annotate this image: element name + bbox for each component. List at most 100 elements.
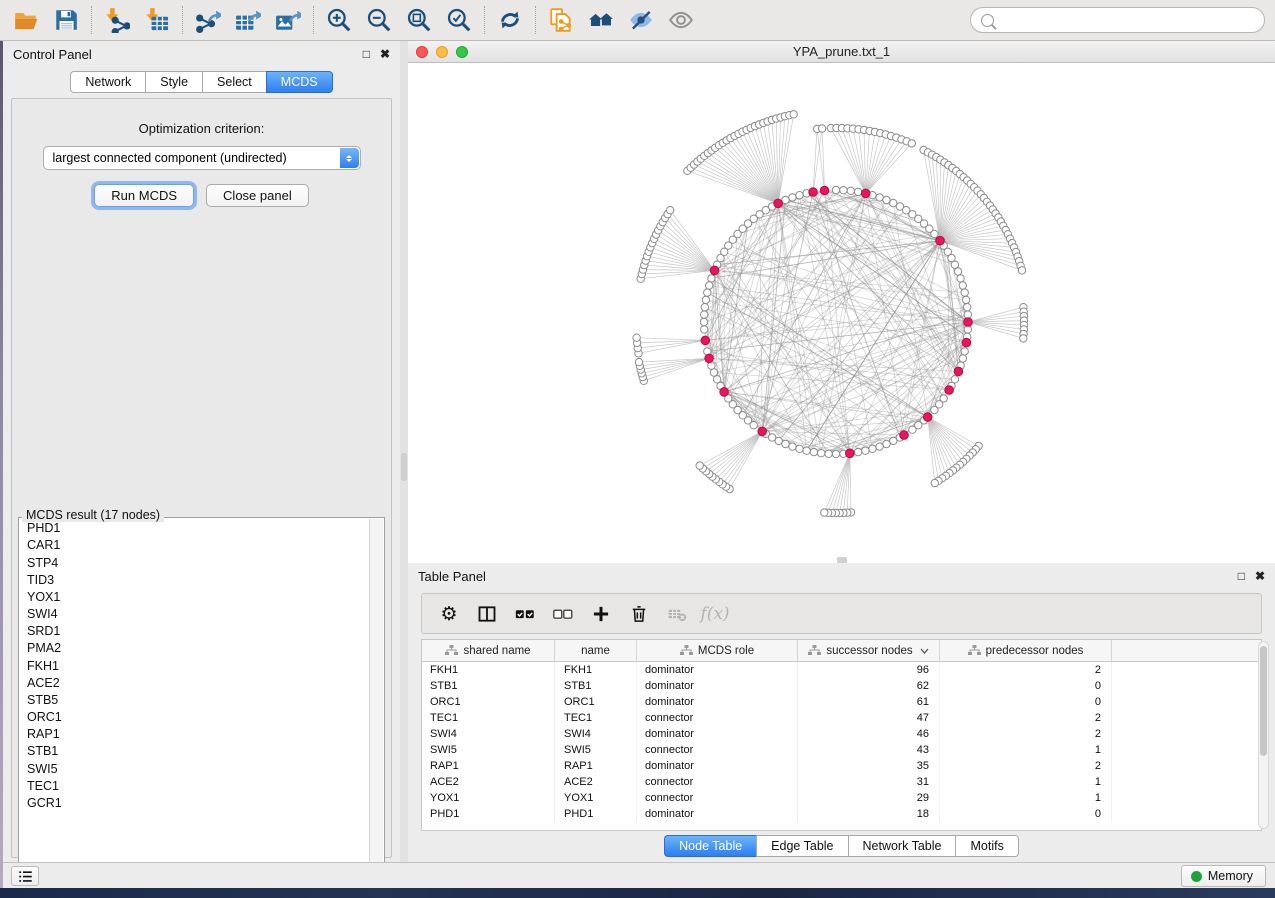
graph-node[interactable]: [840, 187, 847, 194]
network-graph[interactable]: [408, 63, 1275, 563]
criterion-dropdown[interactable]: largest connected component (undirected): [43, 146, 361, 170]
graph-hub-node[interactable]: [758, 427, 767, 436]
graph-node[interactable]: [876, 194, 883, 201]
graph-leaf-node[interactable]: [908, 140, 915, 147]
graph-node[interactable]: [964, 326, 971, 333]
graph-node[interactable]: [713, 376, 720, 383]
memory-button[interactable]: Memory: [1181, 865, 1266, 887]
graph-hub-node[interactable]: [701, 336, 710, 345]
import-table-button[interactable]: [137, 4, 177, 36]
import-network-button[interactable]: [97, 4, 137, 36]
graph-node[interactable]: [803, 447, 810, 454]
show-panels-button[interactable]: [11, 866, 39, 886]
zoom-fit-button[interactable]: [399, 4, 439, 36]
graph-node[interactable]: [961, 348, 968, 355]
graph-hub-node[interactable]: [720, 388, 729, 397]
add-column-button[interactable]: [584, 599, 618, 629]
graph-node[interactable]: [959, 282, 966, 289]
close-panel-button[interactable]: Close panel: [206, 184, 309, 207]
float-table-panel-icon[interactable]: □: [1238, 570, 1245, 582]
graph-leaf-node[interactable]: [1020, 335, 1027, 342]
graph-node[interactable]: [702, 296, 709, 303]
graph-node[interactable]: [789, 194, 796, 201]
graph-hub-node[interactable]: [705, 354, 714, 363]
graph-node[interactable]: [701, 326, 708, 333]
column-header-predecessor-nodes[interactable]: predecessor nodes: [940, 640, 1112, 661]
graph-hub-node[interactable]: [945, 386, 954, 395]
graph-node[interactable]: [883, 196, 890, 203]
close-table-panel-icon[interactable]: ✖: [1255, 570, 1265, 582]
search-input[interactable]: [1002, 13, 1254, 27]
run-mcds-button[interactable]: Run MCDS: [94, 184, 194, 207]
graph-node[interactable]: [862, 447, 869, 454]
vertical-splitter[interactable]: [400, 41, 408, 862]
graph-leaf-node[interactable]: [1018, 267, 1025, 274]
graph-leaf-node[interactable]: [635, 358, 642, 365]
tab-select[interactable]: Select: [202, 71, 266, 93]
graph-node[interactable]: [961, 289, 968, 296]
open-file-button[interactable]: [6, 4, 46, 36]
mcds-result-item[interactable]: ACE2: [21, 675, 368, 692]
export-image-button[interactable]: [268, 4, 308, 36]
graph-node[interactable]: [706, 282, 713, 289]
graph-hub-node[interactable]: [900, 431, 909, 440]
graph-hub-node[interactable]: [923, 413, 932, 422]
zoom-out-button[interactable]: [359, 4, 399, 36]
graph-node[interactable]: [825, 450, 832, 457]
table-row[interactable]: STB1STB1dominator620: [422, 678, 1261, 694]
float-panel-icon[interactable]: □: [363, 48, 370, 60]
columns-button[interactable]: [470, 599, 504, 629]
mcds-result-item[interactable]: YOX1: [21, 589, 368, 606]
table-row[interactable]: ACE2ACE2connector311: [422, 774, 1261, 790]
mcds-result-item[interactable]: ORC1: [21, 709, 368, 726]
duplicate-network-button[interactable]: [541, 4, 581, 36]
delete-column-button[interactable]: [622, 599, 656, 629]
graph-leaf-node[interactable]: [790, 111, 797, 118]
tab-edge-table[interactable]: Edge Table: [756, 835, 847, 857]
graph-hub-node[interactable]: [964, 318, 973, 327]
table-row[interactable]: SWI4SWI4dominator462: [422, 726, 1261, 742]
tab-style[interactable]: Style: [145, 71, 202, 93]
graph-node[interactable]: [700, 318, 707, 325]
close-panel-icon[interactable]: ✖: [380, 48, 390, 60]
graph-node[interactable]: [954, 268, 961, 275]
graph-hub-node[interactable]: [962, 338, 971, 347]
graph-node[interactable]: [832, 186, 839, 193]
graph-node[interactable]: [796, 445, 803, 452]
mcds-result-item[interactable]: SRD1: [21, 623, 368, 640]
graph-node[interactable]: [847, 187, 854, 194]
graph-node[interactable]: [782, 440, 789, 447]
graph-node[interactable]: [854, 188, 861, 195]
graph-leaf-node[interactable]: [667, 207, 674, 214]
graph-hub-node[interactable]: [774, 199, 783, 208]
table-row[interactable]: FKH1FKH1dominator962: [422, 662, 1261, 678]
network-canvas[interactable]: [408, 63, 1275, 563]
graph-node[interactable]: [883, 440, 890, 447]
refresh-view-button[interactable]: [490, 4, 530, 36]
zoom-in-button[interactable]: [319, 4, 359, 36]
tab-network[interactable]: Network: [70, 71, 145, 93]
table-row[interactable]: RAP1RAP1dominator352: [422, 758, 1261, 774]
table-row[interactable]: ORC1ORC1dominator610: [422, 694, 1261, 710]
graph-node[interactable]: [959, 355, 966, 362]
graph-hub-node[interactable]: [710, 266, 719, 275]
mcds-result-item[interactable]: TEC1: [21, 778, 368, 795]
column-header-successor-nodes[interactable]: successor nodes: [798, 640, 940, 661]
graph-hub-node[interactable]: [936, 236, 945, 245]
column-header-name[interactable]: name: [555, 640, 637, 661]
graph-node[interactable]: [710, 369, 717, 376]
graph-hub-node[interactable]: [861, 189, 870, 198]
column-header-MCDS-role[interactable]: MCDS role: [637, 640, 798, 661]
graph-node[interactable]: [931, 406, 938, 413]
mcds-result-item[interactable]: FKH1: [21, 657, 368, 674]
mcds-result-item[interactable]: STP4: [21, 554, 368, 571]
first-neighbors-button[interactable]: [581, 4, 621, 36]
mcds-result-item[interactable]: RAP1: [21, 726, 368, 743]
table-row[interactable]: PHD1PHD1dominator180: [422, 806, 1261, 822]
select-all-button[interactable]: [508, 599, 542, 629]
export-table-button[interactable]: [228, 4, 268, 36]
graph-node[interactable]: [869, 445, 876, 452]
graph-node[interactable]: [708, 275, 715, 282]
graph-node[interactable]: [818, 450, 825, 457]
graph-node[interactable]: [962, 296, 969, 303]
